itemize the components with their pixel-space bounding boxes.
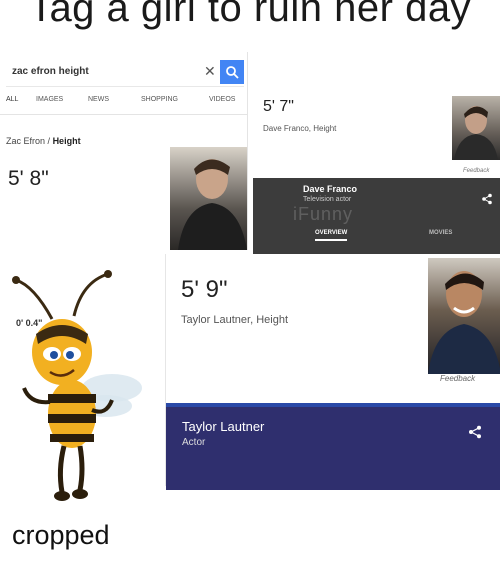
meme-title: Tag a girl to ruin her day [28,0,472,30]
share-icon[interactable] [468,425,482,444]
dave-franco-photo [452,96,500,160]
dave-franco-card: Dave Franco Television actor iFunny OVER… [253,178,500,264]
taylor-role: Actor [182,437,206,448]
feedback-link[interactable]: Feedback [463,168,489,174]
taylor-height-value: 5' 9" [181,276,228,303]
divider [0,114,247,115]
caption-text: cropped [12,520,110,550]
breadcrumb-name[interactable]: Zac Efron [6,136,45,146]
tab-all[interactable]: ALL [6,96,18,103]
tab-movies[interactable]: MOVIES [429,230,452,236]
zac-efron-photo [170,147,247,250]
search-tabs: ALL IMAGES NEWS SHOPPING VIDEOS [6,96,246,110]
dave-height-value: 5' 7" [263,98,294,115]
search-input[interactable]: zac efron height [12,66,89,77]
watermark-text: iFunny [293,204,354,224]
bee-panel: 0' 0.4" [0,252,165,512]
dave-name: Dave Franco [303,184,358,194]
zac-efron-search-panel: zac efron height ✕ ALL IMAGES NEWS SHOPP… [0,52,248,250]
feedback-link[interactable]: Feedback [440,374,475,383]
tab-shopping[interactable]: SHOPPING [141,96,178,103]
breadcrumb: Zac Efron / Height [6,136,81,146]
breadcrumb-attribute: Height [52,136,81,146]
taylor-lautner-photo [428,258,500,374]
taylor-lautner-card: Taylor Lautner Actor [166,403,500,490]
clear-search-icon[interactable]: ✕ [204,63,216,80]
bee-illustration [12,270,142,501]
taylor-height-subtitle: Taylor Lautner, Height [181,314,289,326]
search-button[interactable] [220,60,244,84]
dave-role: Television actor [303,196,352,203]
taylor-lautner-panel: 5' 9" Taylor Lautner, Height Feedback Ta… [165,254,500,490]
share-icon[interactable] [481,192,493,210]
zac-height-value: 5' 8" [8,167,49,190]
taylor-name: Taylor Lautner [182,419,265,434]
breadcrumb-separator: / [47,136,51,146]
dave-franco-panel: 5' 7" Dave Franco, Height Feedback Dave … [253,90,500,264]
tab-images[interactable]: IMAGES [36,96,63,103]
dave-height-subtitle: Dave Franco, Height [263,124,337,133]
search-icon [226,66,239,79]
search-bar[interactable]: zac efron height ✕ [6,60,244,87]
tab-news[interactable]: NEWS [88,96,109,103]
tab-videos[interactable]: VIDEOS [209,96,235,103]
tab-overview[interactable]: OVERVIEW [315,230,348,241]
